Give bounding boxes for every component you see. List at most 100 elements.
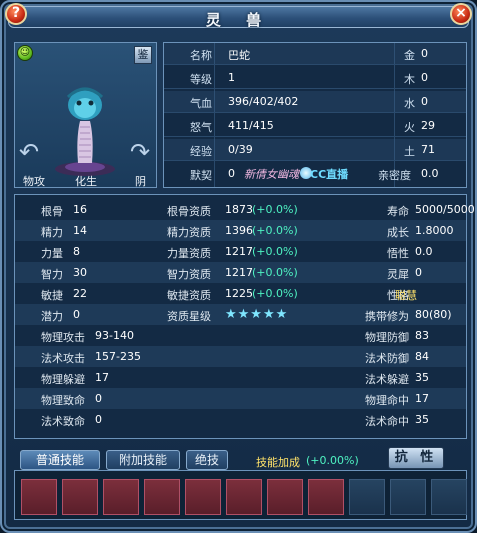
- combat-key: 物理攻击: [41, 331, 85, 344]
- info-value: 巴蛇: [228, 49, 250, 62]
- info-key: 经验: [190, 145, 212, 158]
- aptitude-stars-icon: ★★★★★: [225, 307, 289, 322]
- attr-key: 寿命: [387, 205, 409, 218]
- resistance-button[interactable]: 抗 性: [388, 447, 444, 469]
- combat-value: 84: [415, 350, 429, 363]
- info-key: 等级: [190, 73, 212, 86]
- combat-value: 35: [415, 413, 429, 426]
- rotate-right-arrow-icon[interactable]: ↷: [130, 139, 152, 165]
- skill-slot[interactable]: [390, 479, 426, 515]
- attr-key: 悟性: [387, 247, 409, 260]
- combat-value: 157-235: [95, 350, 141, 363]
- combat-row: 物理躲避 17 法术躲避 35: [15, 367, 466, 388]
- pet-serpent-image: [55, 87, 115, 176]
- game-logo-text: 新倩女幽魂: [244, 168, 299, 181]
- stat-value: 8: [73, 245, 80, 258]
- tab-unique-skills[interactable]: 绝技: [186, 450, 228, 470]
- stat-key: 敏捷: [41, 289, 63, 302]
- intimacy-key: 亲密度: [378, 169, 411, 182]
- skill-slot[interactable]: [144, 479, 180, 515]
- element-key: 火: [404, 121, 415, 134]
- combat-value: 17: [415, 392, 429, 405]
- personality-value: 聪慧: [395, 289, 417, 302]
- stat-key: 精力: [41, 226, 63, 239]
- attr-key: 携带修为: [365, 310, 409, 323]
- info-key: 默契: [190, 169, 212, 182]
- pet-stats-panel: 根骨 16 根骨资质 1873 (+0.0%) 寿命 5000/5000 精力 …: [14, 194, 475, 439]
- appraise-button[interactable]: 鉴: [134, 46, 152, 64]
- skill-slot[interactable]: [21, 479, 57, 515]
- element-key: 水: [404, 97, 415, 110]
- skill-slot-bar: [14, 470, 467, 520]
- info-row: 气血 396/402/402 水 0: [164, 91, 466, 113]
- info-value: 396/402/402: [228, 95, 299, 108]
- title-bar[interactable]: 灵 兽: [8, 6, 469, 29]
- tab-normal-skills[interactable]: 普通技能: [20, 450, 100, 470]
- stat-row: 潜力 0 资质星级 ★★★★★ 携带修为 80(80): [15, 304, 466, 325]
- attack-type-label: 物攻: [23, 175, 45, 188]
- info-key: 怒气: [190, 121, 212, 134]
- element-value: 0: [421, 95, 428, 108]
- stat-value: 16: [73, 203, 87, 216]
- element-value: 71: [421, 143, 435, 156]
- stat-key: 智力: [41, 268, 63, 281]
- aptitude-bonus: (+0.0%): [252, 266, 298, 279]
- stat-row: 精力 14 精力资质 1396 (+0.0%) 成长 1.8000: [15, 220, 466, 241]
- combat-key: 法术防御: [365, 352, 409, 365]
- combat-value: 0: [95, 392, 102, 405]
- cc-live-logo-text: CC直播: [310, 168, 349, 181]
- info-row: 等级 1 木 0: [164, 67, 466, 89]
- aptitude-value: 1225: [225, 287, 253, 300]
- rotate-left-arrow-icon[interactable]: ↶: [19, 139, 41, 165]
- aptitude-bonus: (+0.0%): [252, 287, 298, 300]
- skill-slot[interactable]: [349, 479, 385, 515]
- mood-smiley-icon[interactable]: ☺: [17, 45, 33, 61]
- skill-slot[interactable]: [308, 479, 344, 515]
- attr-value: 0: [415, 266, 422, 279]
- attr-value: 5000/5000: [415, 203, 475, 216]
- combat-key: 法术躲避: [365, 373, 409, 386]
- skill-slot[interactable]: [185, 479, 221, 515]
- info-row: 经验 0/39 土 71: [164, 139, 466, 161]
- aptitude-value: 1217: [225, 245, 253, 258]
- combat-value: 35: [415, 371, 429, 384]
- attr-value: 1.8000: [415, 224, 454, 237]
- polarity-label: 阴: [135, 175, 146, 188]
- combat-value: 93-140: [95, 329, 134, 342]
- combat-key: 物理防御: [365, 331, 409, 344]
- skill-slot[interactable]: [103, 479, 139, 515]
- aptitude-bonus: (+0.0%): [252, 203, 298, 216]
- combat-key: 法术致命: [41, 415, 85, 428]
- watermark-logo: 新倩女幽魂 CC直播: [244, 166, 374, 182]
- skill-slot[interactable]: [226, 479, 262, 515]
- skill-slot[interactable]: [431, 479, 467, 515]
- aptitude-star-key: 资质星级: [167, 310, 211, 323]
- combat-key: 法术攻击: [41, 352, 85, 365]
- pet-info-table: 名称 巴蛇 金 0 等级 1 木 0 气血 396/402/402 水 0 怒气…: [163, 42, 467, 188]
- stat-row: 力量 8 力量资质 1217 (+0.0%) 悟性 0.0: [15, 241, 466, 262]
- skill-bonus-value: (+0.00%): [306, 454, 359, 467]
- element-key: 金: [404, 49, 415, 62]
- attr-value: 80(80): [415, 308, 452, 321]
- attr-value: 0.0: [415, 245, 433, 258]
- transform-button[interactable]: 化生: [75, 173, 97, 189]
- help-button[interactable]: ?: [5, 3, 27, 25]
- stat-value: 22: [73, 287, 87, 300]
- combat-row: 法术攻击 157-235 法术防御 84: [15, 346, 466, 367]
- aptitude-bonus: (+0.0%): [252, 224, 298, 237]
- info-value: 411/415: [228, 119, 274, 132]
- info-value: 1: [228, 71, 235, 84]
- info-key: 名称: [190, 49, 212, 62]
- aptitude-key: 智力资质: [167, 268, 211, 281]
- info-value: 0/39: [228, 143, 253, 156]
- aptitude-value: 1396: [225, 224, 253, 237]
- tab-extra-skills[interactable]: 附加技能: [106, 450, 180, 470]
- intimacy-value: 0.0: [421, 167, 439, 180]
- skill-slot[interactable]: [267, 479, 303, 515]
- skill-slot[interactable]: [62, 479, 98, 515]
- combat-row: 物理致命 0 物理命中 17: [15, 388, 466, 409]
- combat-key: 物理躲避: [41, 373, 85, 386]
- info-key: 气血: [190, 97, 212, 110]
- combat-key: 物理命中: [365, 394, 409, 407]
- close-button[interactable]: ×: [450, 3, 472, 25]
